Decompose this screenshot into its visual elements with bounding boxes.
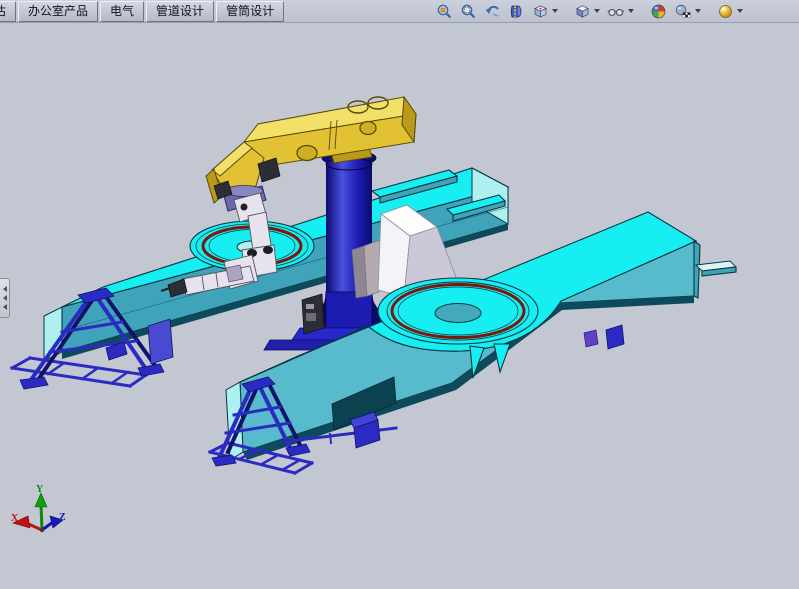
right-beam-right-end	[694, 241, 700, 298]
wrist-axis3	[263, 246, 273, 254]
weld-gun-collar	[226, 265, 243, 282]
hide-show-items-icon	[607, 3, 625, 20]
tab-piping-label: 管道设计	[156, 4, 204, 18]
view-orientation-dropdown-arrow[interactable]	[552, 9, 558, 13]
collapse-arrow-icon	[3, 295, 7, 301]
hide-show-items-dropdown-arrow[interactable]	[628, 9, 634, 13]
ring2-center-hole	[435, 304, 481, 323]
tab-tubing[interactable]: 管筒设计	[216, 1, 284, 22]
zoom-to-area-button[interactable]	[458, 1, 479, 21]
view-toolbar	[431, 1, 799, 21]
tab-office-products[interactable]: 办公室产品	[18, 1, 98, 22]
collapse-arrow-icon	[3, 304, 7, 310]
section-view-button[interactable]	[506, 1, 527, 21]
tab-evaluate-label: 估	[0, 4, 6, 18]
x-axis-label: X	[11, 513, 19, 524]
graphics-viewport[interactable]: X Y Z	[0, 0, 799, 589]
stand-left-foot1	[20, 377, 48, 389]
boom-side-hole2	[360, 122, 376, 135]
view-settings-button[interactable]	[715, 1, 745, 21]
wedge-side-plate	[364, 240, 380, 296]
display-style-button[interactable]	[572, 1, 602, 21]
left-beam-mid-support[interactable]	[148, 319, 173, 364]
edit-appearance-icon	[650, 3, 667, 20]
right-beam-ring[interactable]	[378, 278, 538, 344]
tab-evaluate[interactable]: 估	[0, 1, 16, 22]
z-axis-label: Z	[59, 512, 66, 523]
previous-view-button[interactable]	[482, 1, 503, 21]
triad-origin	[40, 528, 44, 532]
collapse-arrow-icon	[3, 286, 7, 292]
y-axis	[41, 505, 42, 530]
apply-scene-button[interactable]	[672, 1, 703, 21]
section-view-icon	[508, 3, 525, 20]
panel-collapse-handle[interactable]	[0, 278, 10, 318]
view-orientation-icon	[532, 3, 549, 20]
command-bar: 估 办公室产品 电气 管道设计 管筒设计	[0, 0, 799, 23]
small-support-right[interactable]	[606, 325, 624, 349]
view-orientation-button[interactable]	[530, 1, 560, 21]
coordinate-triad: X Y Z	[11, 484, 66, 532]
zoom-to-area-icon	[460, 3, 477, 20]
view-settings-dropdown-arrow[interactable]	[737, 9, 743, 13]
apply-scene-icon	[674, 3, 692, 20]
display-style-icon	[574, 3, 591, 20]
stand-right-foot1	[212, 455, 236, 466]
display-style-dropdown-arrow[interactable]	[594, 9, 600, 13]
small-bracket-right	[584, 330, 598, 347]
wrist-axis1	[241, 204, 248, 211]
previous-view-icon	[484, 3, 501, 20]
view-settings-icon	[717, 3, 734, 20]
tab-tubing-label: 管筒设计	[226, 4, 274, 18]
control-box-door	[306, 313, 316, 321]
tab-electrical-label: 电气	[110, 4, 134, 18]
y-axis-arrowhead	[35, 493, 47, 507]
boom-side-hole1	[297, 146, 317, 161]
control-box-panel	[306, 304, 314, 309]
tab-piping[interactable]: 管道设计	[146, 1, 214, 22]
edit-appearance-button[interactable]	[648, 1, 669, 21]
hide-show-items-button[interactable]	[605, 1, 636, 21]
command-manager-tabs: 估 办公室产品 电气 管道设计 管筒设计	[0, 0, 286, 22]
zoom-to-fit-icon	[436, 3, 453, 20]
zoom-to-fit-button[interactable]	[434, 1, 455, 21]
tab-electrical[interactable]: 电气	[100, 1, 144, 22]
y-axis-label: Y	[36, 484, 44, 495]
apply-scene-dropdown-arrow[interactable]	[695, 9, 701, 13]
tab-office-products-label: 办公室产品	[28, 4, 88, 18]
